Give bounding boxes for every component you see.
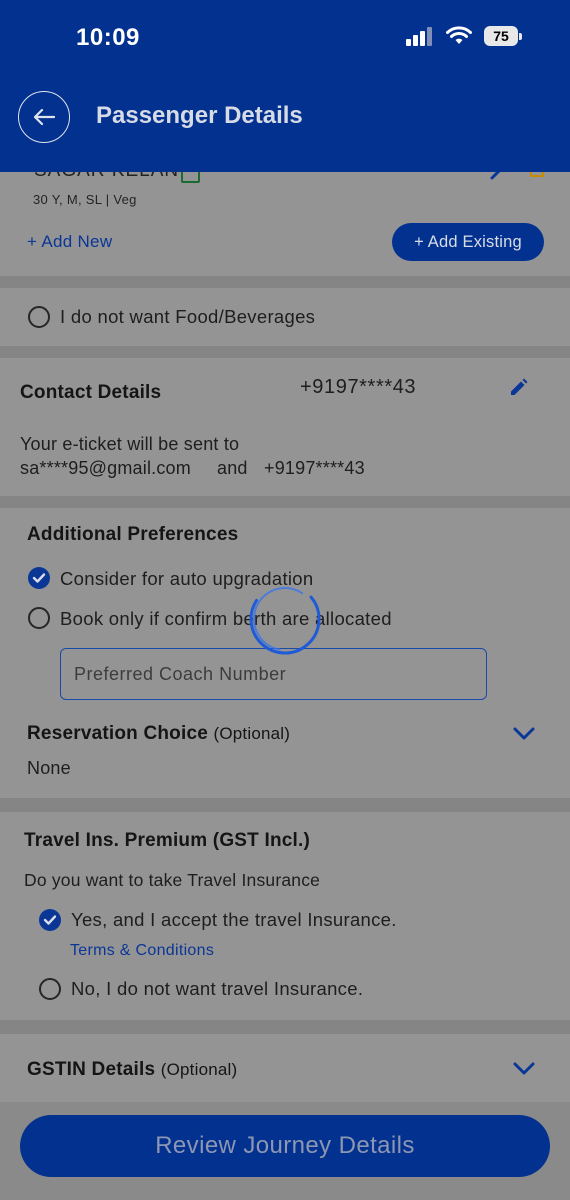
- confirm-berth-label: Book only if confirm berth are allocated: [60, 608, 392, 629]
- insurance-yes-checkbox[interactable]: [39, 909, 61, 931]
- battery-level: 75: [484, 26, 518, 46]
- app-header: Passenger Details: [0, 78, 570, 172]
- auto-upgrade-checkbox[interactable]: [28, 567, 50, 589]
- terms-conditions-link[interactable]: Terms & Conditions: [70, 942, 214, 960]
- bottom-action-bar: Review Journey Details: [0, 1102, 570, 1200]
- arrow-left-icon: [33, 108, 55, 126]
- ticket-info: Your e-ticket will be sent to: [20, 434, 240, 454]
- contact-section: Contact Details +9197****43 Your e-ticke…: [0, 358, 570, 496]
- loading-spinner-icon: [249, 583, 321, 655]
- no-food-radio[interactable]: [28, 306, 50, 328]
- add-existing-button[interactable]: + Add Existing: [392, 223, 544, 261]
- reservation-choice-title: Reservation Choice (Optional): [27, 723, 291, 744]
- status-bar: 10:09 75: [0, 0, 570, 78]
- delete-passenger-icon[interactable]: [530, 172, 544, 178]
- reservation-chevron-down-icon[interactable]: [513, 727, 535, 741]
- no-food-label: I do not want Food/Beverages: [60, 306, 316, 327]
- contact-title: Contact Details: [20, 382, 162, 403]
- preferences-title: Additional Preferences: [27, 524, 239, 545]
- back-button[interactable]: [18, 91, 70, 143]
- insurance-question: Do you want to take Travel Insurance: [24, 870, 321, 890]
- contact-phone-2: +9197****43: [264, 458, 365, 478]
- insurance-yes-label: Yes, and I accept the travel Insurance.: [71, 909, 397, 930]
- status-icons: 75: [406, 26, 522, 46]
- gstin-title: GSTIN Details (Optional): [27, 1059, 238, 1080]
- check-icon: [43, 915, 57, 925]
- wifi-icon: [446, 26, 472, 44]
- reservation-choice-value[interactable]: None: [27, 758, 71, 779]
- signal-icon: [406, 27, 432, 46]
- food-section: I do not want Food/Beverages: [0, 288, 570, 346]
- page-title: Passenger Details: [96, 102, 303, 129]
- passenger-info: 30 Y, M, SL | Veg: [33, 192, 137, 207]
- passenger-name: SAGAR KELAN: [34, 172, 179, 182]
- check-icon: [32, 573, 46, 583]
- status-time: 10:09: [76, 24, 140, 51]
- insurance-title: Travel Ins. Premium (GST Incl.): [24, 830, 311, 851]
- contact-phone: +9197****43: [300, 376, 417, 398]
- passenger-section: SAGAR KELAN 30 Y, M, SL | Veg + Add New …: [0, 172, 570, 276]
- confirm-berth-radio[interactable]: [28, 607, 50, 629]
- edit-contact-icon[interactable]: [508, 378, 528, 398]
- battery-icon: 75: [484, 26, 522, 46]
- gstin-chevron-down-icon[interactable]: [513, 1062, 535, 1076]
- verified-icon: [181, 172, 200, 183]
- add-new-button[interactable]: + Add New: [27, 232, 112, 252]
- contact-email: sa****95@gmail.com: [20, 458, 191, 478]
- edit-passenger-icon[interactable]: [490, 172, 508, 180]
- review-journey-button[interactable]: Review Journey Details: [20, 1115, 550, 1177]
- contact-and: and: [217, 458, 248, 478]
- insurance-no-label: No, I do not want travel Insurance.: [71, 978, 364, 999]
- insurance-no-radio[interactable]: [39, 978, 61, 1000]
